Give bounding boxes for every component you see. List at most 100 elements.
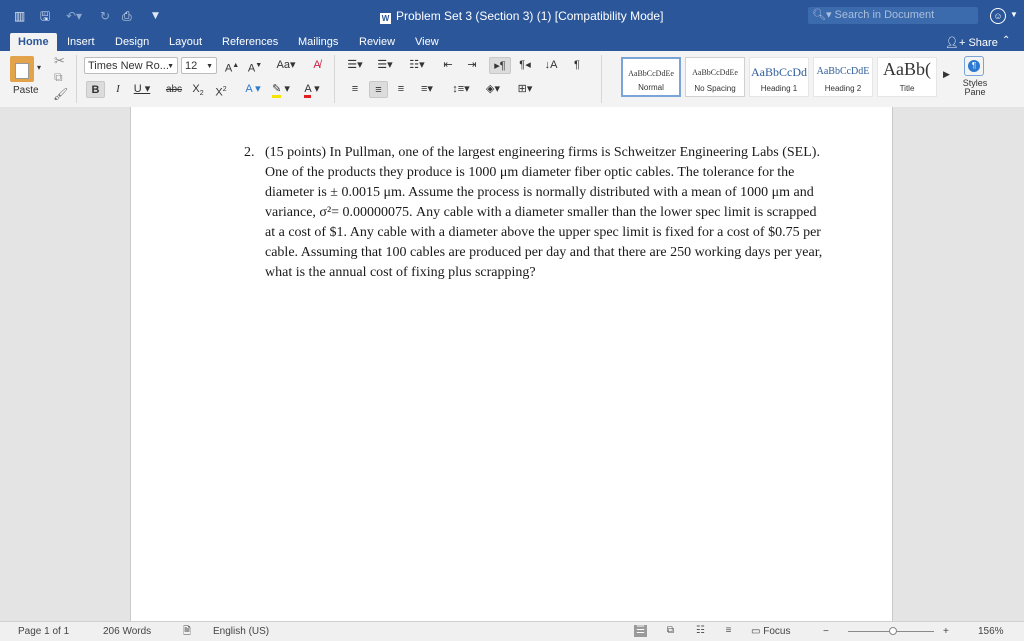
bullets-icon[interactable]: ☰▾: [342, 57, 368, 74]
shrink-font-icon[interactable]: A▼: [247, 57, 263, 75]
focus-icon: ▭: [751, 626, 764, 637]
document-title-text: Problem Set 3 (Section 3) (1) [Compatibi…: [396, 9, 664, 23]
show-formatting-icon[interactable]: ¶: [569, 57, 585, 74]
cut-icon[interactable]: ✂: [54, 53, 65, 69]
status-bar: Page 1 of 1 206 Words 🗎 English (US) ☰ ⧉…: [0, 621, 1024, 641]
align-left-icon[interactable]: ≡: [346, 81, 364, 98]
grow-font-icon[interactable]: A▲: [224, 57, 240, 75]
numbering-icon[interactable]: ☰▾: [372, 57, 398, 74]
font-name-select[interactable]: Times New Ro... ▼: [84, 57, 178, 74]
web-layout-icon[interactable]: ⧉: [664, 625, 677, 637]
focus-button[interactable]: ▭ Focus: [751, 626, 790, 638]
print-icon[interactable]: ⎙: [122, 9, 132, 23]
undo-icon[interactable]: ↶▾: [66, 9, 82, 23]
style-heading-2[interactable]: AaBbCcDdE Heading 2: [813, 57, 873, 97]
font-size-select[interactable]: 12 ▼: [181, 57, 217, 74]
styles-pane-icon[interactable]: ¶: [964, 56, 984, 76]
align-center-icon[interactable]: ≡: [369, 81, 388, 98]
subscript-button[interactable]: X2: [190, 81, 206, 98]
zoom-out-icon[interactable]: −: [823, 626, 829, 638]
draft-view-icon[interactable]: ≡: [722, 625, 735, 637]
justify-icon[interactable]: ≡▾: [414, 81, 440, 98]
copy-icon[interactable]: ⧉: [54, 70, 63, 85]
share-label: Share: [968, 37, 998, 49]
divider: [601, 55, 602, 103]
style-name: Title: [899, 84, 915, 93]
shading-icon[interactable]: ◈▾: [480, 81, 506, 98]
tab-view[interactable]: View: [415, 33, 439, 51]
bold-button[interactable]: B: [86, 81, 105, 98]
customize-toolbar-icon[interactable]: ▼: [152, 9, 159, 23]
tab-review[interactable]: Review: [359, 33, 395, 51]
tab-insert[interactable]: Insert: [67, 33, 95, 51]
document-page[interactable]: 2. (15 points) In Pullman, one of the la…: [130, 107, 893, 621]
highlight-icon[interactable]: ✎ ▾: [270, 81, 292, 98]
multilevel-list-icon[interactable]: ☷▾: [402, 57, 432, 74]
tab-layout[interactable]: Layout: [169, 33, 202, 51]
increase-indent-icon[interactable]: ⇥: [462, 57, 482, 74]
style-heading-1[interactable]: AaBbCcDd Heading 1: [749, 57, 809, 97]
styles-pane-label: Styles Pane: [962, 78, 988, 97]
text-effects-icon[interactable]: A ▾: [242, 81, 264, 98]
paste-icon[interactable]: [10, 56, 34, 82]
search-placeholder: Search in Document: [834, 9, 935, 21]
font-color-icon[interactable]: A ▾: [299, 81, 325, 98]
zoom-slider-thumb[interactable]: [888, 627, 897, 635]
focus-label: Focus: [763, 626, 791, 637]
borders-icon[interactable]: ⊞▾: [510, 81, 540, 98]
divider: [76, 55, 77, 103]
print-layout-icon[interactable]: ☰: [634, 625, 647, 637]
align-right-icon[interactable]: ≡: [392, 81, 410, 98]
style-normal[interactable]: AaBbCcDdEe Normal: [621, 57, 681, 97]
ltr-text-icon[interactable]: ▸¶: [489, 57, 511, 74]
decrease-indent-icon[interactable]: ⇤: [438, 57, 458, 74]
page-count[interactable]: Page 1 of 1: [18, 626, 69, 638]
style-name: Normal: [638, 83, 664, 92]
sidebar-toggle-icon[interactable]: ▥: [14, 9, 25, 23]
font-size-value: 12: [185, 60, 198, 72]
format-painter-icon[interactable]: 🖌︎: [53, 87, 68, 101]
tab-home[interactable]: Home: [10, 33, 57, 51]
style-sample: AaBbCcDdEe: [628, 69, 674, 78]
proofing-icon[interactable]: 🗎: [183, 626, 191, 638]
search-input[interactable]: 🔍︎▾ Search in Document: [808, 7, 978, 24]
ribbon-tabs: Home Insert Design Layout References Mai…: [0, 33, 1024, 51]
problem-number: 2.: [244, 145, 255, 160]
account-caret-icon[interactable]: ▼: [1010, 10, 1018, 19]
style-sample: AaBbCcDdEe: [692, 68, 738, 77]
clear-formatting-icon[interactable]: A̸: [308, 57, 326, 74]
document-title: W Problem Set 3 (Section 3) (1) [Compatib…: [380, 9, 663, 24]
sort-icon[interactable]: ↓A: [540, 57, 562, 74]
document-canvas: 2. (15 points) In Pullman, one of the la…: [0, 107, 1024, 621]
tab-references[interactable]: References: [222, 33, 278, 51]
tab-design[interactable]: Design: [115, 33, 149, 51]
rtl-text-icon[interactable]: ¶◂: [514, 57, 536, 74]
superscript-button[interactable]: X2: [213, 81, 229, 99]
redo-icon[interactable]: ↻: [100, 9, 110, 23]
change-case-icon[interactable]: Aa▾: [274, 57, 298, 74]
paste-dropdown-icon[interactable]: ▾: [37, 63, 41, 72]
word-count[interactable]: 206 Words: [103, 626, 151, 638]
underline-button[interactable]: U ▾: [132, 81, 152, 98]
tab-mailings[interactable]: Mailings: [298, 33, 338, 51]
italic-button[interactable]: I: [110, 81, 126, 98]
add-person-icon: 👤︎+: [945, 37, 969, 49]
language-label[interactable]: English (US): [213, 626, 269, 638]
styles-more-icon[interactable]: ▶: [943, 69, 950, 80]
share-button[interactable]: 👤︎+ Share: [945, 36, 998, 49]
chevron-down-icon: ▼: [167, 63, 174, 70]
title-bar: ▥ 🖫 ↶▾ ↻ ⎙ ▼ W Problem Set 3 (Section 3) …: [0, 0, 1024, 33]
strikethrough-button[interactable]: abc: [163, 81, 185, 98]
zoom-level[interactable]: 156%: [978, 626, 1004, 638]
outline-view-icon[interactable]: ☷: [694, 625, 707, 637]
collapse-ribbon-icon[interactable]: ⌃: [1002, 35, 1010, 46]
save-icon[interactable]: 🖫: [40, 9, 50, 23]
line-spacing-icon[interactable]: ↕≡▾: [448, 81, 474, 98]
style-sample: AaBbCcDd: [751, 65, 807, 79]
style-no-spacing[interactable]: AaBbCcDdEe No Spacing: [685, 57, 745, 97]
style-title[interactable]: AaBb(Title: [877, 57, 937, 97]
paste-label: Paste: [13, 85, 39, 96]
zoom-in-icon[interactable]: +: [943, 626, 949, 638]
style-sample: AaBbCcDdE: [816, 66, 870, 77]
account-icon[interactable]: ☺: [990, 8, 1006, 24]
